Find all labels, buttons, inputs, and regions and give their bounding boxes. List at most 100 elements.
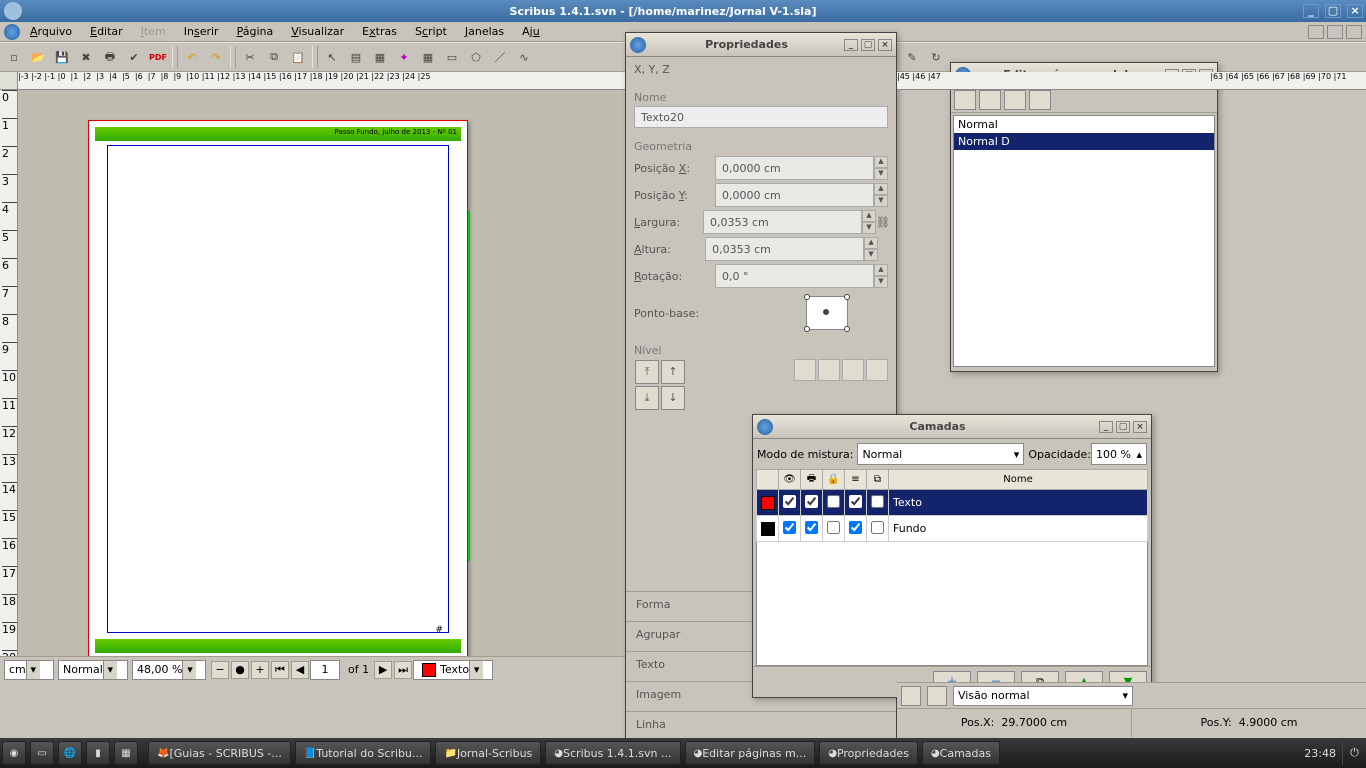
- clock[interactable]: 23:48: [1298, 747, 1342, 760]
- save-icon[interactable]: 💾: [51, 46, 73, 68]
- flip-v-button[interactable]: [818, 359, 840, 381]
- open-icon[interactable]: 📂: [27, 46, 49, 68]
- start-button[interactable]: ◉: [2, 741, 26, 765]
- menu-pagina[interactable]: Página: [237, 25, 274, 38]
- visible-checkbox[interactable]: [783, 521, 796, 534]
- horizontal-ruler-right[interactable]: |45 |46 |47 |63 |64 |65 |66 |67 |68 |69 …: [897, 72, 1366, 90]
- preflight-icon[interactable]: ✔: [123, 46, 145, 68]
- rotate-icon[interactable]: ↻: [925, 46, 947, 68]
- new-icon[interactable]: ▫: [3, 46, 25, 68]
- group-button[interactable]: [866, 359, 888, 381]
- minimize-button[interactable]: _: [1303, 4, 1319, 18]
- polygon-icon[interactable]: ⬠: [465, 46, 487, 68]
- menu-janelas[interactable]: Janelas: [465, 25, 504, 38]
- flip-h-button[interactable]: [794, 359, 816, 381]
- terminal-icon[interactable]: ▮: [86, 741, 110, 765]
- prev-page-icon[interactable]: ◀: [291, 661, 309, 679]
- pdf-icon[interactable]: PDF: [147, 46, 169, 68]
- table-icon[interactable]: ▦: [417, 46, 439, 68]
- visible-checkbox[interactable]: [783, 495, 796, 508]
- document-page[interactable]: Passo Fundo, julho de 2013 - Nº 01 #: [88, 120, 468, 660]
- layer-color-swatch[interactable]: [761, 522, 775, 536]
- level-down-button[interactable]: ↓: [661, 386, 685, 410]
- import-master-button[interactable]: [1004, 90, 1026, 110]
- dialog-maximize-button[interactable]: ▢: [1116, 421, 1130, 433]
- task-button[interactable]: ◕ Camadas: [922, 741, 1000, 765]
- menu-visualizar[interactable]: Visualizar: [291, 25, 344, 38]
- layer-row[interactable]: Fundo: [757, 516, 1148, 542]
- layer-name[interactable]: Texto: [889, 490, 1148, 516]
- opacity-input[interactable]: 100 %▴: [1091, 443, 1147, 465]
- paste-icon[interactable]: 📋: [287, 46, 309, 68]
- task-button[interactable]: 📘 Tutorial do Scribu...: [295, 741, 432, 765]
- lock-button[interactable]: [842, 359, 864, 381]
- task-button[interactable]: ◕ Scribus 1.4.1.svn ...: [545, 741, 680, 765]
- menu-editar[interactable]: Editar: [90, 25, 123, 38]
- level-up-button[interactable]: ↑: [661, 360, 685, 384]
- cut-icon[interactable]: ✂: [239, 46, 261, 68]
- ruler-origin[interactable]: [0, 72, 18, 90]
- vertical-ruler[interactable]: 01234567891011121314151617181920: [0, 90, 18, 664]
- line-icon[interactable]: ／: [489, 46, 511, 68]
- first-page-icon[interactable]: ⏮: [271, 661, 289, 679]
- lock-checkbox[interactable]: [827, 521, 840, 534]
- posx-input[interactable]: [715, 156, 874, 180]
- master-item[interactable]: Normal: [954, 116, 1214, 133]
- next-page-icon[interactable]: ▶: [374, 661, 392, 679]
- layer-selector[interactable]: Texto▾: [413, 660, 493, 680]
- flow-checkbox[interactable]: [849, 521, 862, 534]
- select-icon[interactable]: ↖: [321, 46, 343, 68]
- flow-checkbox[interactable]: [849, 495, 862, 508]
- mdi-restore-button[interactable]: [1327, 25, 1343, 39]
- task-button[interactable]: 🦊 [Guias - SCRIBUS -...: [148, 741, 291, 765]
- task-button[interactable]: 📁 Jornal-Scribus: [435, 741, 541, 765]
- dialog-minimize-button[interactable]: _: [1099, 421, 1113, 433]
- blend-mode-select[interactable]: Normal▾: [857, 443, 1024, 465]
- bezier-icon[interactable]: ∿: [513, 46, 535, 68]
- name-input[interactable]: [634, 106, 888, 128]
- mdi-minimize-button[interactable]: [1308, 25, 1324, 39]
- xyz-tab[interactable]: X, Y, Z: [634, 63, 888, 85]
- posy-input[interactable]: [715, 183, 874, 207]
- zoom-in-icon[interactable]: +: [251, 661, 269, 679]
- print-icon[interactable]: 🖶: [99, 46, 121, 68]
- outline-checkbox[interactable]: [871, 495, 884, 508]
- preview-toggle-icon[interactable]: [901, 686, 921, 706]
- page-number-input[interactable]: 1: [310, 660, 340, 680]
- spin-down-icon[interactable]: ▼: [874, 168, 888, 180]
- menu-inserir[interactable]: Inserir: [184, 25, 219, 38]
- zoom-out-icon[interactable]: −: [211, 661, 229, 679]
- rotation-input[interactable]: [715, 264, 874, 288]
- dialog-maximize-button[interactable]: ▢: [861, 39, 875, 51]
- menu-extras[interactable]: Extras: [362, 25, 397, 38]
- close-doc-icon[interactable]: ✖: [75, 46, 97, 68]
- freehand-icon[interactable]: ✎: [901, 46, 923, 68]
- spin-up-icon[interactable]: ▲: [874, 156, 888, 168]
- menu-arquivo[interactable]: AArquivorquivo: [30, 25, 72, 38]
- basepoint-selector[interactable]: [806, 296, 848, 330]
- dialog-close-button[interactable]: ×: [1133, 421, 1147, 433]
- undo-icon[interactable]: ↶: [181, 46, 203, 68]
- workspace-switcher[interactable]: ▦: [114, 741, 138, 765]
- task-button[interactable]: ◕ Propriedades: [819, 741, 918, 765]
- zoom-actual-icon[interactable]: ●: [231, 661, 249, 679]
- lock-checkbox[interactable]: [827, 495, 840, 508]
- textframe-icon[interactable]: ▤: [345, 46, 367, 68]
- cms-toggle-icon[interactable]: [927, 686, 947, 706]
- rendframe-icon[interactable]: ✦: [393, 46, 415, 68]
- copy-icon[interactable]: ⧉: [263, 46, 285, 68]
- width-input[interactable]: [703, 210, 862, 234]
- link-icon[interactable]: ⛓: [876, 216, 888, 229]
- level-top-button[interactable]: ⤒: [635, 360, 659, 384]
- maximize-button[interactable]: ▢: [1325, 4, 1341, 18]
- show-desktop-icon[interactable]: ▭: [30, 741, 54, 765]
- close-button[interactable]: ×: [1347, 4, 1363, 18]
- dialog-minimize-button[interactable]: _: [844, 39, 858, 51]
- preset-selector[interactable]: Normal▾: [58, 660, 128, 680]
- redo-icon[interactable]: ↷: [205, 46, 227, 68]
- zoom-input[interactable]: 48,00 %▾: [132, 660, 206, 680]
- outline-checkbox[interactable]: [871, 521, 884, 534]
- layer-name[interactable]: Fundo: [889, 516, 1148, 542]
- accordion-linha[interactable]: Linha: [626, 711, 896, 741]
- menu-script[interactable]: Script: [415, 25, 447, 38]
